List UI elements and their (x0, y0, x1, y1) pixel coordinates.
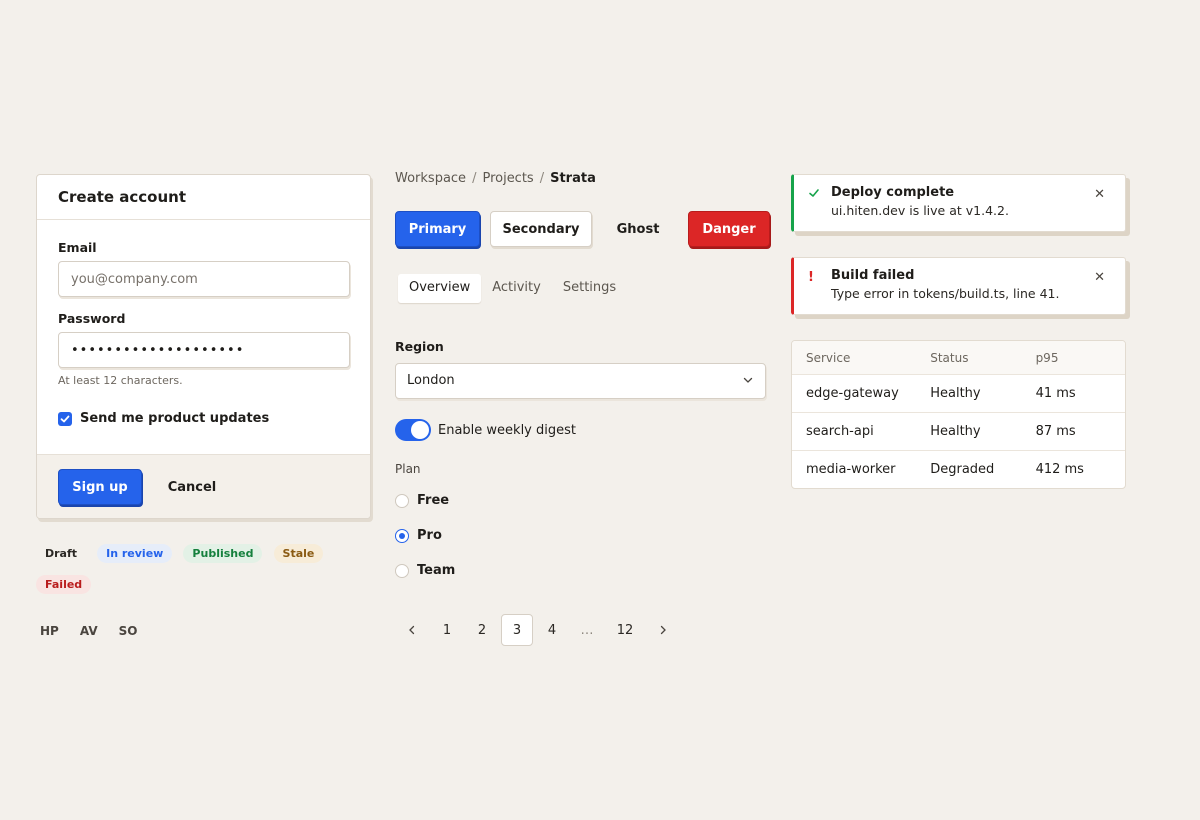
pagination: 1 2 3 4 … 12 (396, 614, 682, 646)
service-name: edge-gateway (806, 386, 899, 401)
page-ellipsis: … (580, 622, 594, 638)
radio-team[interactable] (395, 563, 409, 578)
plan-option-label: Pro (417, 528, 442, 543)
password-hint: At least 12 characters. (58, 374, 183, 387)
check-icon (808, 187, 820, 203)
badge-failed: Failed (36, 575, 92, 594)
service-status: Degraded (930, 462, 995, 477)
tab-bar: Overview Activity Settings (398, 274, 627, 303)
page-button[interactable]: 1 (431, 614, 463, 646)
toggle-knob (411, 421, 429, 439)
breadcrumb-separator: / (472, 171, 477, 186)
next-page-button[interactable] (647, 614, 679, 646)
service-name: media-worker (806, 462, 896, 477)
service-name: search-api (806, 424, 874, 439)
breadcrumb-separator: / (539, 171, 545, 186)
region-select[interactable]: London (395, 363, 766, 399)
digest-label: Enable weekly digest (438, 422, 576, 438)
services-table: Service Status p95 edge-gateway Healthy … (791, 340, 1126, 489)
email-label: Email (58, 240, 97, 255)
close-icon[interactable]: ✕ (1094, 270, 1105, 285)
chevron-left-icon (409, 625, 415, 635)
primary-button[interactable]: Primary (395, 211, 480, 247)
toast-title: Deploy complete (831, 185, 955, 200)
plan-option-pro[interactable]: Pro (395, 528, 442, 543)
badge-stale: Stale (273, 544, 324, 563)
button-row: Primary Secondary Ghost Danger (395, 211, 770, 247)
card-title: Create account (37, 175, 370, 220)
prev-page-button[interactable] (396, 614, 428, 646)
check-icon (60, 415, 70, 422)
card-footer: Sign up Cancel (37, 454, 370, 518)
service-status: Healthy (930, 386, 981, 401)
toast-message: Type error in tokens/build.ts, line 41. (831, 286, 1060, 301)
breadcrumb-projects[interactable]: Projects (482, 171, 533, 186)
status-badges: Draft In review Published Stale Failed (36, 542, 336, 604)
service-latency: 87 ms (1035, 424, 1076, 439)
tab-overview[interactable]: Overview (398, 274, 482, 303)
service-status: Healthy (930, 424, 981, 439)
column-header: Status (930, 350, 969, 365)
chevron-right-icon (660, 625, 666, 635)
page-button[interactable]: 4 (536, 614, 568, 646)
breadcrumb-current: Strata (550, 171, 596, 186)
plan-option-free[interactable]: Free (395, 493, 449, 508)
page-button-current[interactable]: 3 (501, 614, 533, 646)
ghost-button[interactable]: Ghost (598, 211, 678, 247)
avatar: AV (79, 624, 98, 638)
updates-label: Send me product updates (80, 411, 270, 426)
updates-checkbox-row[interactable]: Send me product updates (58, 411, 349, 426)
radio-free[interactable] (395, 493, 409, 508)
table-row[interactable]: search-api Healthy 87 ms (792, 412, 1125, 450)
toast-title: Build failed (831, 268, 915, 283)
digest-toggle-row: Enable weekly digest (395, 419, 576, 441)
avatar-group: HP AV SO (40, 624, 158, 638)
page-button[interactable]: 2 (466, 614, 498, 646)
avatar: HP (40, 624, 59, 638)
avatar: SO (118, 624, 138, 638)
plan-option-label: Team (417, 563, 456, 578)
table-row[interactable]: edge-gateway Healthy 41 ms (792, 374, 1125, 412)
service-latency: 41 ms (1035, 386, 1076, 401)
plan-option-team[interactable]: Team (395, 563, 455, 578)
tab-settings[interactable]: Settings (552, 274, 627, 303)
secondary-button[interactable]: Secondary (490, 211, 592, 247)
toast-build-failed: ! Build failed Type error in tokens/buil… (791, 257, 1126, 315)
badge-published: Published (183, 544, 263, 563)
column-header: Service (806, 350, 851, 365)
close-icon[interactable]: ✕ (1094, 187, 1105, 202)
radio-pro[interactable] (395, 528, 409, 543)
card-body: Email Password At least 12 characters. S… (37, 220, 370, 454)
danger-button[interactable]: Danger (688, 211, 770, 247)
tab-activity[interactable]: Activity (481, 274, 552, 303)
email-field[interactable] (58, 261, 350, 297)
badge-draft: Draft (45, 547, 78, 560)
chevron-down-icon (743, 377, 753, 383)
table-header: Service Status p95 (792, 341, 1125, 374)
table-row[interactable]: media-worker Degraded 412 ms (792, 450, 1125, 488)
password-label: Password (58, 311, 126, 326)
breadcrumb: Workspace / Projects / Strata (395, 171, 596, 186)
column-header: p95 (1035, 350, 1059, 365)
page-button[interactable]: 12 (606, 614, 644, 646)
sign-up-button[interactable]: Sign up (58, 469, 142, 505)
region-label: Region (395, 339, 444, 354)
create-account-card: Create account Email Password At least 1… (36, 174, 371, 519)
badge-in-review: In review (97, 544, 173, 563)
breadcrumb-workspace[interactable]: Workspace (395, 171, 466, 186)
cancel-button[interactable]: Cancel (150, 469, 234, 505)
toast-deploy-complete: Deploy complete ui.hiten.dev is live at … (791, 174, 1126, 232)
digest-toggle[interactable] (395, 419, 431, 441)
plan-option-label: Free (417, 493, 450, 508)
region-value: London (407, 373, 455, 388)
updates-checkbox[interactable] (58, 411, 72, 426)
exclamation-icon: ! (808, 270, 814, 285)
plan-label: Plan (395, 462, 421, 476)
toast-message: ui.hiten.dev is live at v1.4.2. (831, 203, 1009, 218)
service-latency: 412 ms (1035, 462, 1084, 477)
password-field[interactable] (58, 332, 350, 368)
